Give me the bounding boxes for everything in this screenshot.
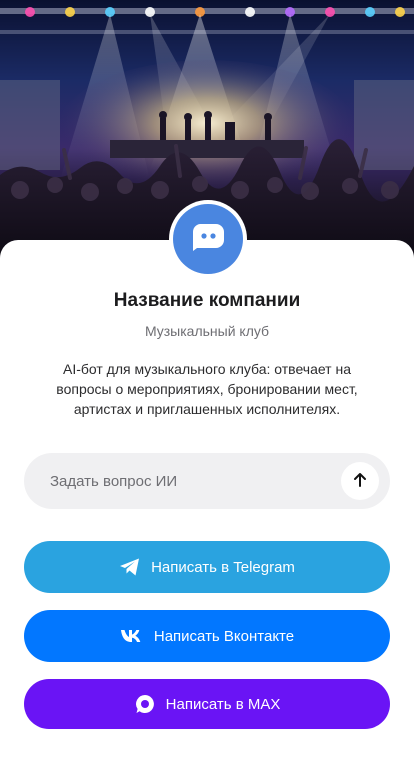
send-button[interactable] [341, 462, 379, 500]
max-icon [134, 693, 156, 715]
telegram-button-label: Написать в Telegram [151, 558, 295, 576]
avatar [169, 200, 247, 278]
telegram-icon [119, 557, 141, 577]
max-button-label: Написать в MAX [165, 695, 281, 713]
vk-button[interactable]: Написать Вконтакте [24, 610, 390, 662]
max-button[interactable]: Написать в MAX [24, 679, 390, 729]
company-type: Музыкальный клуб [144, 323, 270, 339]
company-name: Название компании [113, 290, 301, 311]
arrow-up-icon [352, 472, 368, 491]
chat-bot-icon [191, 222, 225, 257]
avatar-circle [173, 204, 243, 274]
telegram-button[interactable]: Написать в Telegram [24, 541, 390, 593]
ask-ai-input[interactable] [48, 471, 341, 491]
company-description: AI-бот для музыкального клуба: отвечает … [56, 361, 358, 417]
ask-ai-box [24, 453, 390, 509]
vk-button-label: Написать Вконтакте [153, 627, 295, 645]
vk-icon [120, 629, 144, 643]
